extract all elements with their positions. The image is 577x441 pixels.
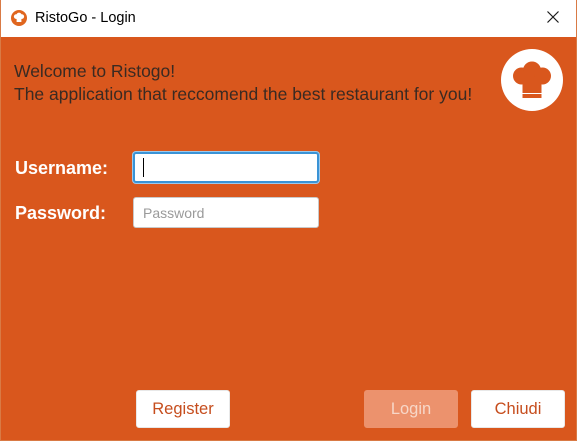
close-button[interactable]: Chiudi xyxy=(471,390,565,428)
welcome-message: Welcome to Ristogo! The application that… xyxy=(14,60,472,106)
close-icon xyxy=(546,9,560,28)
login-window: RistoGo - Login Welcome to Ristogo! The … xyxy=(0,0,577,441)
username-label: Username: xyxy=(15,158,109,178)
login-button[interactable]: Login xyxy=(364,390,458,428)
register-button[interactable]: Register xyxy=(136,390,230,428)
chef-hat-icon xyxy=(501,49,563,111)
close-window-button[interactable] xyxy=(530,0,576,37)
username-input[interactable] xyxy=(133,152,319,183)
login-panel: Welcome to Ristogo! The application that… xyxy=(1,37,576,440)
password-input[interactable] xyxy=(133,197,319,228)
chef-hat-icon xyxy=(11,10,27,26)
title-bar[interactable]: RistoGo - Login xyxy=(1,0,576,37)
welcome-subtitle: The application that reccomend the best … xyxy=(14,84,473,104)
text-cursor xyxy=(143,158,144,177)
window-title: RistoGo - Login xyxy=(35,10,136,26)
password-label: Password: xyxy=(15,203,107,223)
welcome-title: Welcome to Ristogo! xyxy=(14,61,176,81)
